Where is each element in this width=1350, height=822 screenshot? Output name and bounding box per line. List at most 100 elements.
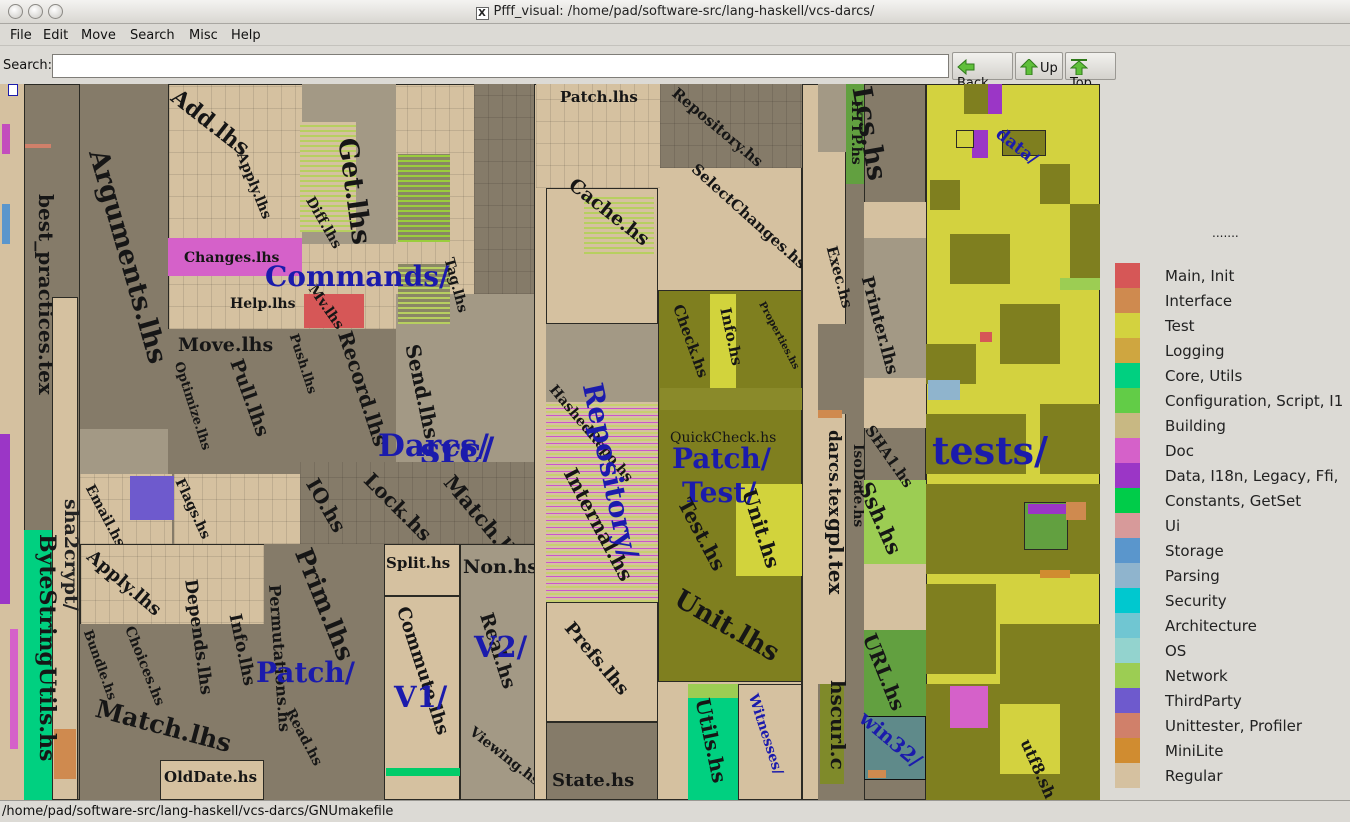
- legend-label: Architecture: [1165, 617, 1257, 635]
- treemap-canvas[interactable]: best_practices.tex sha2crypt/ ByteString…: [0, 84, 1100, 800]
- treemap-cell[interactable]: [1040, 404, 1100, 474]
- treemap-cell[interactable]: [988, 84, 1002, 114]
- treemap-cell[interactable]: [1060, 278, 1100, 290]
- treemap-cell[interactable]: [10, 629, 18, 749]
- treemap-cell[interactable]: [926, 344, 976, 384]
- file-label-state: State.hs: [552, 770, 635, 791]
- treemap-cell[interactable]: [950, 234, 1010, 284]
- treemap-cell[interactable]: [1028, 504, 1066, 514]
- legend-swatch: [1115, 363, 1140, 388]
- legend-swatch: [1115, 638, 1140, 663]
- dir-label-v1: V1/: [394, 680, 448, 714]
- legend-label: Unittester, Profiler: [1165, 717, 1303, 735]
- treemap-cell[interactable]: [964, 84, 988, 114]
- treemap-cell[interactable]: [1070, 204, 1100, 284]
- status-path: /home/pad/software-src/lang-haskell/vcs-…: [2, 804, 394, 819]
- treemap-cell[interactable]: [474, 84, 534, 294]
- legend-swatch: [1115, 263, 1140, 288]
- legend-swatch: [1115, 388, 1140, 413]
- dir-label-patch-test: Patch/: [672, 442, 772, 475]
- menu-search[interactable]: Search: [130, 28, 175, 43]
- legend-dots: .......: [1212, 226, 1239, 240]
- treemap-cell[interactable]: [0, 434, 10, 604]
- legend-label: Constants, GetSet: [1165, 492, 1302, 510]
- search-bar: Search: Back Up Top: [0, 48, 1350, 91]
- treemap-cell[interactable]: [386, 768, 460, 776]
- treemap-cell[interactable]: [868, 770, 886, 778]
- treemap-cell[interactable]: [2, 204, 10, 244]
- treemap-cell[interactable]: [926, 584, 996, 674]
- status-bar: /home/pad/software-src/lang-haskell/vcs-…: [0, 800, 1350, 822]
- legend-swatch: [1115, 663, 1140, 688]
- treemap-quickcheck[interactable]: [660, 388, 802, 410]
- search-input[interactable]: [52, 54, 949, 78]
- legend-label: OS: [1165, 642, 1187, 660]
- file-label-gpl: gpl.tex: [824, 518, 848, 595]
- menu-bar: File Edit Move Search Misc Help: [0, 24, 1350, 46]
- treemap-cell[interactable]: [25, 144, 51, 148]
- treemap-cell[interactable]: [926, 484, 1100, 574]
- treemap-cell[interactable]: [130, 476, 174, 520]
- top-arrow-icon: [1070, 59, 1088, 75]
- treemap-cell[interactable]: [928, 380, 960, 400]
- legend-swatch: [1115, 563, 1140, 588]
- treemap-selected-cell[interactable]: [8, 84, 18, 96]
- legend-swatch: [1115, 438, 1140, 463]
- legend-swatch: [1115, 338, 1140, 363]
- file-label-hscurl: hscurl.c: [826, 680, 850, 770]
- legend-swatch: [1115, 513, 1140, 538]
- treemap-cell[interactable]: [1066, 502, 1086, 520]
- legend-label: Configuration, Script, I1: [1165, 392, 1344, 410]
- treemap-cell[interactable]: [930, 180, 960, 210]
- file-label-help: Help.lhs: [230, 296, 296, 312]
- pfff-visual-window: X Pfff_visual: /home/pad/software-src/lan…: [0, 0, 1350, 822]
- treemap-cell[interactable]: [950, 686, 988, 728]
- top-button[interactable]: Top: [1065, 52, 1116, 91]
- menu-file[interactable]: File: [10, 28, 32, 43]
- treemap-cell[interactable]: [1000, 304, 1060, 364]
- treemap-cell[interactable]: [864, 202, 926, 238]
- up-button[interactable]: Up: [1015, 52, 1063, 80]
- treemap-cell[interactable]: [864, 378, 926, 428]
- treemap-cell[interactable]: [1000, 624, 1100, 684]
- legend-swatch: [1115, 413, 1140, 438]
- treemap-cell[interactable]: [818, 324, 846, 414]
- legend-swatch: [1115, 313, 1140, 338]
- legend-label: MiniLite: [1165, 742, 1224, 760]
- back-arrow-icon: [957, 59, 975, 75]
- menu-help[interactable]: Help: [231, 28, 261, 43]
- legend-label: Logging: [1165, 342, 1225, 360]
- treemap-cell[interactable]: [980, 332, 992, 342]
- window-title: X Pfff_visual: /home/pad/software-src/lan…: [0, 4, 1350, 20]
- menu-misc[interactable]: Misc: [189, 28, 218, 43]
- back-button[interactable]: Back: [952, 52, 1013, 91]
- legend-label: Regular: [1165, 767, 1223, 785]
- treemap-cell[interactable]: [818, 410, 842, 418]
- legend-label: Parsing: [1165, 567, 1220, 585]
- legend-label: Ui: [1165, 517, 1181, 535]
- treemap-cell[interactable]: [818, 84, 846, 152]
- legend-label: Building: [1165, 417, 1226, 435]
- file-label-split: Split.hs: [386, 554, 451, 572]
- dir-label-patch: Patch/: [256, 656, 356, 689]
- menu-edit[interactable]: Edit: [43, 28, 68, 43]
- treemap-cell[interactable]: [1040, 570, 1070, 578]
- file-label-olddate: OldDate.hs: [164, 768, 258, 786]
- treemap-cell[interactable]: [2, 124, 10, 154]
- legend-swatch: [1115, 463, 1140, 488]
- legend-label: Test: [1165, 317, 1195, 335]
- treemap-cell[interactable]: [80, 429, 168, 474]
- treemap-gpl[interactable]: [864, 564, 926, 630]
- file-label-non: Non.hs: [463, 556, 538, 578]
- legend-swatch: [1115, 288, 1140, 313]
- legend-label: ThirdParty: [1165, 692, 1242, 710]
- up-button-label: Up: [1040, 61, 1058, 76]
- treemap-cell[interactable]: [956, 130, 974, 148]
- legend-label: Data, I18n, Legacy, Ffi,: [1165, 467, 1339, 485]
- legend-swatch: [1115, 488, 1140, 513]
- treemap-get-code[interactable]: [398, 154, 450, 242]
- treemap-cell[interactable]: [1040, 164, 1070, 204]
- dir-label-sha2crypt: sha2crypt/: [60, 499, 82, 611]
- menu-move[interactable]: Move: [81, 28, 116, 43]
- treemap-cell[interactable]: [972, 130, 988, 158]
